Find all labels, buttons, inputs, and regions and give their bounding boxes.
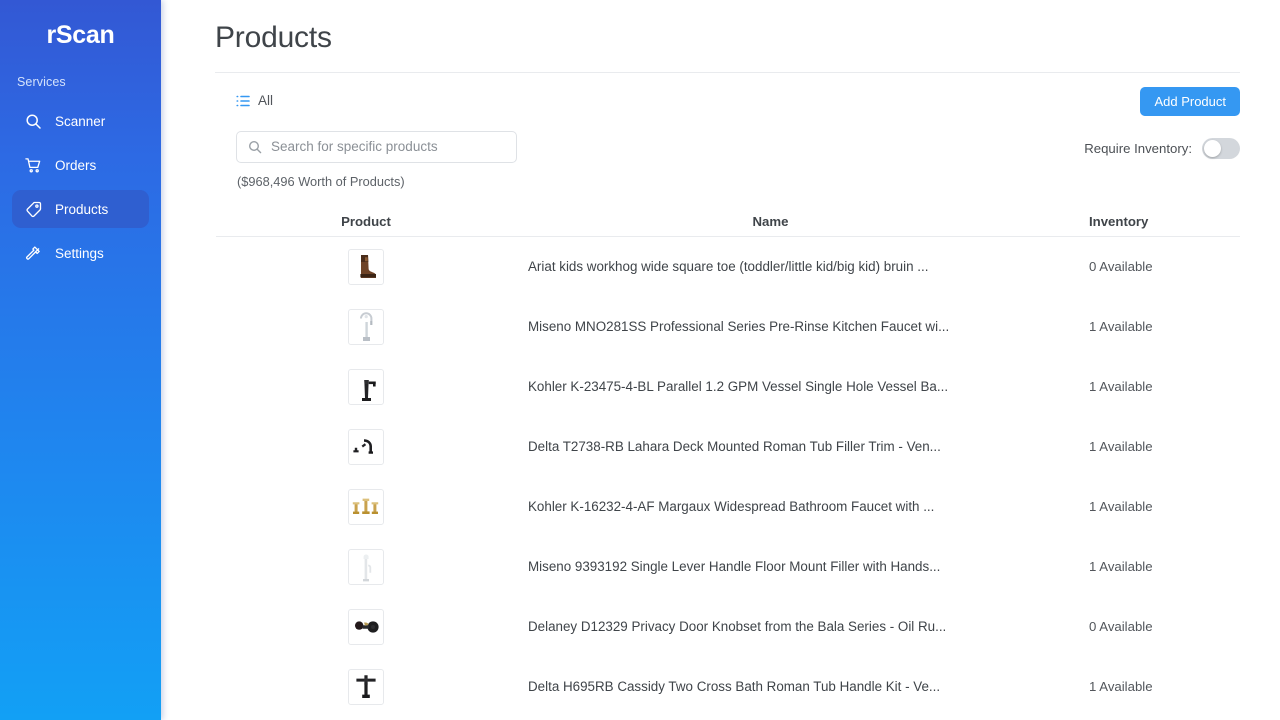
search-box[interactable] (236, 131, 517, 163)
cell-product-thumbnail (216, 489, 516, 525)
sidebar-item-label: Products (55, 201, 109, 217)
main-content: Products All Add Product Search for spec… (161, 0, 1280, 720)
require-inventory-toggle[interactable] (1202, 138, 1240, 159)
cell-product-name: Delta H695RB Cassidy Two Cross Bath Roma… (528, 679, 941, 694)
cell-inventory: 0 Available (1089, 259, 1153, 274)
search-area: ($968,496 Worth of Products) (236, 131, 517, 190)
cell-product-thumbnail (216, 369, 516, 405)
sidebar: rScan Services Scanner Orders Products S… (0, 0, 161, 720)
app-root: rScan Services Scanner Orders Products S… (0, 0, 1280, 720)
cell-inventory: 1 Available (1089, 499, 1153, 514)
search-input[interactable] (271, 139, 506, 155)
page-header: Products (161, 0, 1280, 58)
sidebar-item-label: Settings (55, 245, 104, 261)
brand-logo: rScan (46, 21, 115, 49)
doorknob-thumbnail (348, 609, 384, 645)
filter-row: ($968,496 Worth of Products) Require Inv… (161, 131, 1280, 190)
table-row[interactable]: Delta H695RB Cassidy Two Cross Bath Roma… (216, 657, 1240, 717)
cart-icon (25, 157, 42, 174)
table-row[interactable]: Kohler K-23475-4-BL Parallel 1.2 GPM Ves… (216, 357, 1240, 417)
tab-all-label: All (258, 93, 274, 108)
cell-product-name: Miseno 9393192 Single Lever Handle Floor… (528, 559, 941, 574)
tab-all[interactable]: All (236, 93, 273, 109)
cell-inventory: 1 Available (1089, 379, 1153, 394)
brass-faucet-thumbnail (348, 489, 384, 525)
sidebar-nav: Scanner Orders Products Settings (0, 102, 161, 272)
sidebar-item-orders[interactable]: Orders (12, 146, 149, 184)
column-header-inventory: Inventory (1089, 213, 1149, 229)
require-inventory-control: Require Inventory: (1084, 138, 1240, 159)
sidebar-item-settings[interactable]: Settings (12, 234, 149, 272)
search-icon (25, 113, 42, 130)
toolbar: All Add Product (161, 73, 1280, 129)
tag-icon (25, 201, 42, 218)
cell-inventory: 1 Available (1089, 439, 1153, 454)
cell-product-name: Miseno MNO281SS Professional Series Pre-… (528, 319, 950, 334)
table-header-row: Product Name Inventory (216, 207, 1240, 237)
hammer-icon (25, 245, 42, 262)
page-title: Products (215, 21, 332, 54)
floor-filler-thumbnail (348, 549, 384, 585)
cross-handle-thumbnail (348, 669, 384, 705)
sidebar-section-label: Services (17, 75, 66, 89)
table-row[interactable]: Ariat kids workhog wide square toe (todd… (216, 237, 1240, 297)
cell-inventory: 1 Available (1089, 319, 1153, 334)
cell-inventory: 1 Available (1089, 559, 1153, 574)
black-faucet-thumbnail (348, 369, 384, 405)
cell-product-name: Kohler K-16232-4-AF Margaux Widespread B… (528, 499, 935, 514)
table-body: Ariat kids workhog wide square toe (todd… (216, 237, 1240, 717)
cell-product-thumbnail (216, 249, 516, 285)
column-header-name: Name (752, 213, 789, 229)
cell-product-thumbnail (216, 609, 516, 645)
products-table: Product Name Inventory Ariat kids workho… (216, 207, 1240, 717)
cell-product-thumbnail (216, 309, 516, 345)
cell-product-thumbnail (216, 429, 516, 465)
search-icon (248, 140, 262, 154)
table-row[interactable]: Miseno MNO281SS Professional Series Pre-… (216, 297, 1240, 357)
chrome-faucet-thumbnail (348, 309, 384, 345)
require-inventory-label: Require Inventory: (1084, 140, 1192, 156)
toggle-knob (1204, 140, 1221, 157)
sidebar-item-products[interactable]: Products (12, 190, 149, 228)
table-row[interactable]: Delta T2738-RB Lahara Deck Mounted Roman… (216, 417, 1240, 477)
column-header-product: Product (341, 213, 391, 229)
cell-product-name: Delta T2738-RB Lahara Deck Mounted Roman… (528, 439, 941, 454)
cell-product-name: Delaney D12329 Privacy Door Knobset from… (528, 619, 947, 634)
boot-thumbnail (348, 249, 384, 285)
tub-filler-thumbnail (348, 429, 384, 465)
cell-product-thumbnail (216, 669, 516, 705)
table-row[interactable]: Kohler K-16232-4-AF Margaux Widespread B… (216, 477, 1240, 537)
table-row[interactable]: Delaney D12329 Privacy Door Knobset from… (216, 597, 1240, 657)
table-row[interactable]: Miseno 9393192 Single Lever Handle Floor… (216, 537, 1240, 597)
cell-inventory: 0 Available (1089, 619, 1153, 634)
products-worth-text: ($968,496 Worth of Products) (237, 174, 405, 189)
sidebar-item-scanner[interactable]: Scanner (12, 102, 149, 140)
sidebar-item-label: Scanner (55, 113, 106, 129)
cell-product-name: Kohler K-23475-4-BL Parallel 1.2 GPM Ves… (528, 379, 949, 394)
cell-inventory: 1 Available (1089, 679, 1153, 694)
sidebar-item-label: Orders (55, 157, 97, 173)
cell-product-name: Ariat kids workhog wide square toe (todd… (528, 259, 929, 274)
cell-product-thumbnail (216, 549, 516, 585)
list-icon (236, 94, 250, 108)
add-product-button[interactable]: Add Product (1140, 86, 1240, 116)
